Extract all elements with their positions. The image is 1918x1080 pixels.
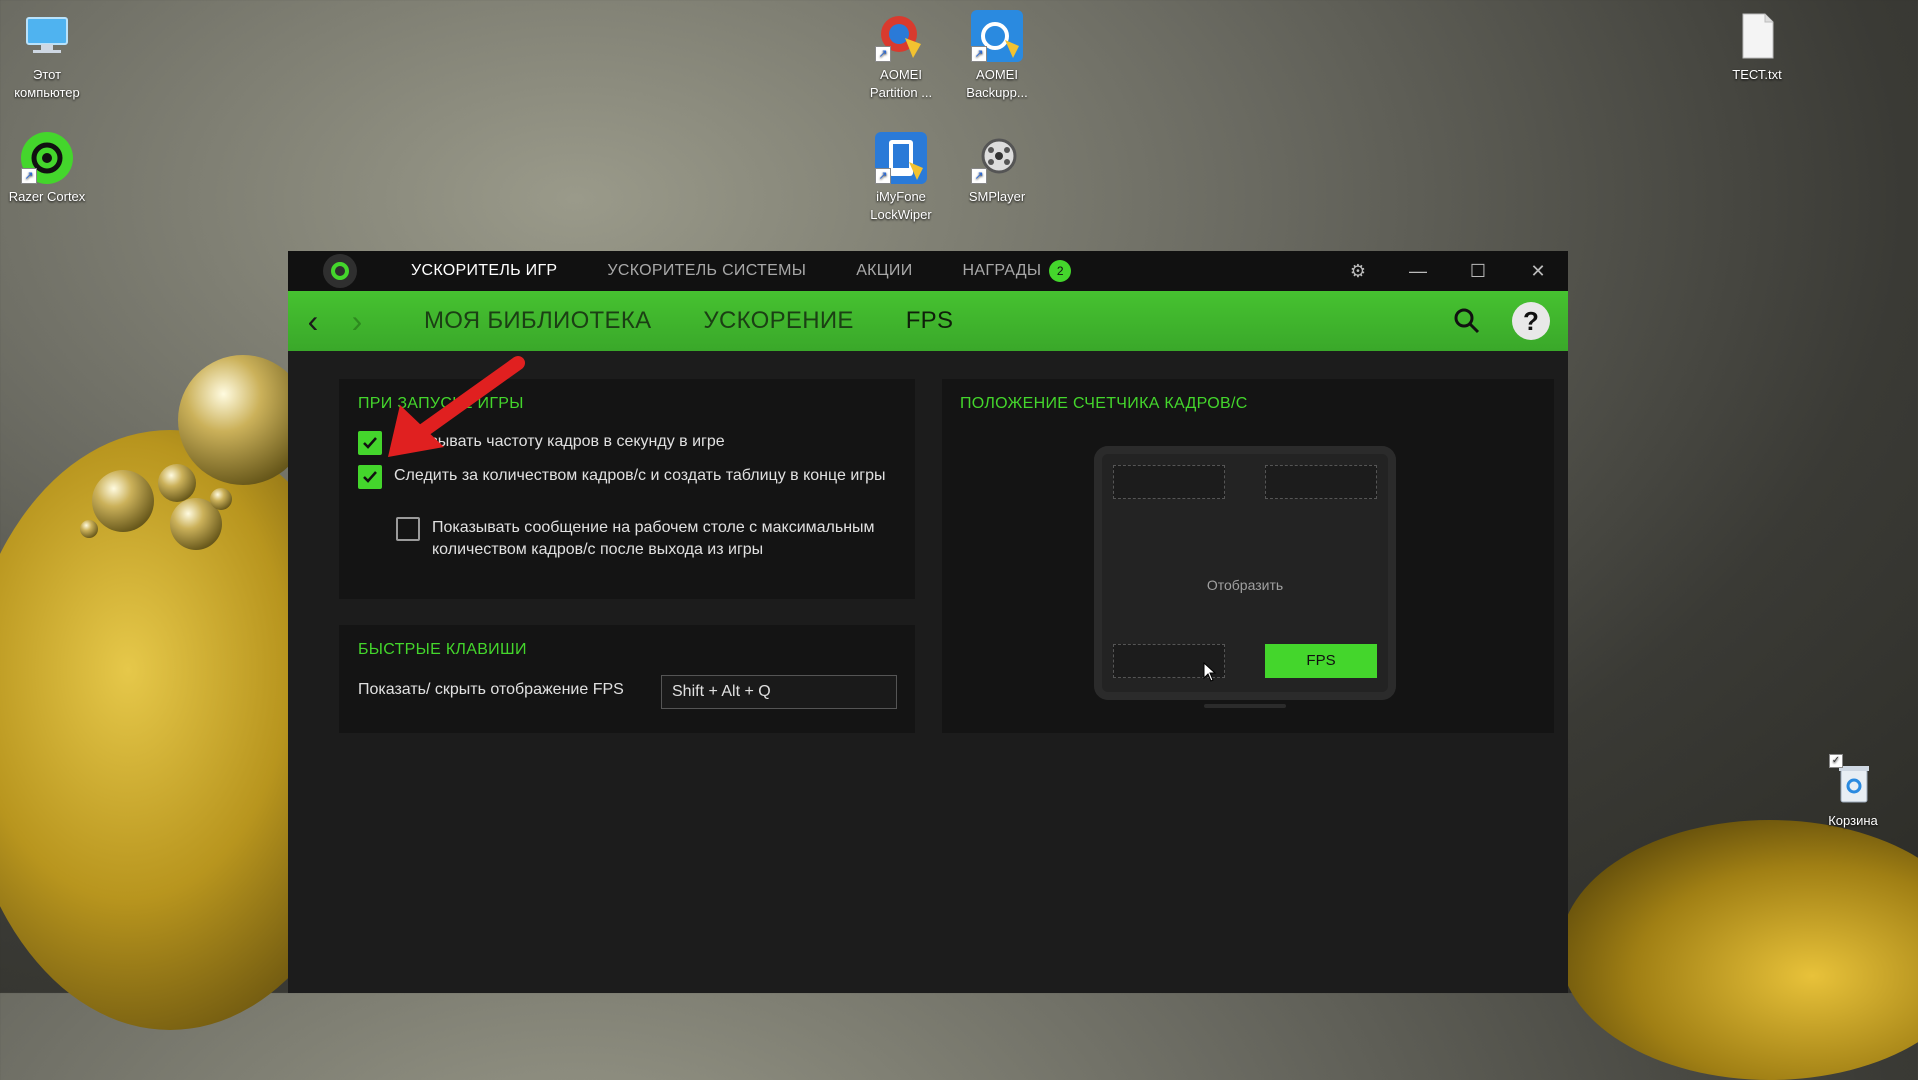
tab-label: УСКОРИТЕЛЬ ИГР	[411, 262, 558, 279]
tab-rewards[interactable]: НАГРАДЫ 2	[963, 260, 1072, 282]
wallpaper-bubble	[158, 464, 196, 502]
tab-label: АКЦИИ	[856, 262, 913, 279]
imyfone-icon: ↗	[875, 132, 927, 184]
search-button[interactable]	[1452, 306, 1482, 336]
maximize-icon: ☐	[1469, 260, 1487, 281]
desktop-icon-label: Partition ...	[869, 85, 933, 100]
desktop-icon-test-txt[interactable]: ТЕСТ.txt	[1712, 10, 1802, 84]
tab-my-library[interactable]: МОЯ БИБЛИОТЕКА	[424, 307, 651, 335]
tab-system-booster[interactable]: УСКОРИТЕЛЬ СИСТЕМЫ	[607, 260, 806, 282]
checkmark-icon	[363, 471, 377, 483]
desktop-icon-label: iMyFone	[876, 189, 926, 204]
shortcut-arrow-icon: ↗	[21, 168, 37, 184]
hotkeys-panel: БЫСТРЫЕ КЛАВИШИ Показать/ скрыть отображ…	[339, 625, 915, 733]
chevron-right-icon: ›	[351, 302, 363, 339]
shortcut-arrow-icon: ↗	[971, 168, 987, 184]
gear-icon: ⚙	[1349, 260, 1367, 281]
close-button[interactable]: ✕	[1508, 251, 1568, 291]
text-file-icon	[1731, 10, 1783, 62]
smplayer-icon: ↗	[971, 132, 1023, 184]
tab-boost[interactable]: УСКОРЕНИЕ	[703, 307, 853, 335]
razer-cortex-logo-icon	[323, 254, 357, 288]
settings-button[interactable]: ⚙	[1328, 251, 1388, 291]
slot-bottom-right[interactable]: FPS	[1265, 644, 1377, 678]
slot-top-left[interactable]	[1113, 465, 1225, 499]
close-icon: ✕	[1530, 260, 1546, 281]
option-track-fps: Следить за количеством кадров/с и создат…	[358, 465, 898, 489]
desktop-icon-recycle-bin[interactable]: ✓ Корзина	[1808, 754, 1898, 830]
desktop-icon-label: LockWiper	[870, 207, 932, 222]
desktop-icon-label: Этот	[32, 67, 62, 82]
computer-icon	[21, 10, 73, 62]
option-label: Показывать сообщение на рабочем столе с …	[432, 519, 875, 558]
wallpaper-bubble	[210, 488, 232, 510]
sub-nav-bar: ‹ › МОЯ БИБЛИОТЕКА УСКОРЕНИЕ FPS ?	[288, 291, 1568, 351]
panel-title: БЫСТРЫЕ КЛАВИШИ	[358, 641, 527, 658]
shortcut-arrow-icon: ↗	[971, 46, 987, 62]
razer-cortex-icon: ↗	[21, 132, 73, 184]
select-checkbox-icon: ✓	[1829, 754, 1843, 768]
shortcut-arrow-icon: ↗	[875, 46, 891, 62]
screen-preview: Отобразить FPS	[1094, 446, 1396, 700]
desktop-icon-aomei-backupper[interactable]: ↗ AOMEI Backupp...	[952, 10, 1042, 102]
screen-stand	[1204, 704, 1286, 708]
help-button[interactable]: ?	[1512, 302, 1550, 340]
sub-tabs: МОЯ БИБЛИОТЕКА УСКОРЕНИЕ FPS	[424, 307, 1005, 335]
option-desktop-message: Показывать сообщение на рабочем столе с …	[396, 517, 896, 561]
desktop-icon-imyfone[interactable]: ↗ iMyFone LockWiper	[856, 132, 946, 224]
back-button[interactable]: ‹	[298, 291, 328, 351]
minimize-button[interactable]: —	[1388, 251, 1448, 291]
track-fps-checkbox[interactable]	[358, 465, 382, 489]
desktop-icon-label: Razer Cortex	[8, 189, 86, 204]
desktop-icon-razer-cortex[interactable]: ↗ Razer Cortex	[2, 132, 92, 206]
top-tabs: УСКОРИТЕЛЬ ИГР УСКОРИТЕЛЬ СИСТЕМЫ АКЦИИ …	[411, 260, 1121, 282]
title-bar: УСКОРИТЕЛЬ ИГР УСКОРИТЕЛЬ СИСТЕМЫ АКЦИИ …	[288, 251, 1568, 291]
tab-deals[interactable]: АКЦИИ	[856, 260, 912, 282]
tab-label: УСКОРИТЕЛЬ СИСТЕМЫ	[607, 262, 807, 279]
desktop-message-checkbox[interactable]	[396, 517, 420, 541]
tab-label: НАГРАДЫ	[962, 262, 1042, 279]
desktop-icon-label: ТЕСТ.txt	[1732, 67, 1782, 82]
hotkey-input[interactable]: Shift + Alt + Q	[661, 675, 897, 709]
recycle-bin-icon: ✓	[1827, 754, 1879, 808]
desktop-icon-label: компьютер	[14, 85, 80, 100]
desktop-icon-label: AOMEI	[976, 67, 1018, 82]
panel-title: ПОЛОЖЕНИЕ СЧЕТЧИКА КАДРОВ/С	[960, 395, 1248, 412]
desktop-icon-aomei-partition[interactable]: ↗ AOMEI Partition ...	[856, 10, 946, 102]
shortcut-arrow-icon: ↗	[875, 168, 891, 184]
checkmark-icon	[363, 437, 377, 449]
show-fps-checkbox[interactable]	[358, 431, 382, 455]
hotkey-label: Показать/ скрыть отображение FPS	[358, 681, 624, 698]
search-icon	[1454, 308, 1480, 334]
slot-top-right[interactable]	[1265, 465, 1377, 499]
desktop-icon-label: Корзина	[1828, 813, 1878, 828]
desktop-icon-label: Backupp...	[966, 85, 1028, 100]
desktop-icon-label: SMPlayer	[968, 189, 1026, 204]
forward-button[interactable]: ›	[342, 291, 372, 351]
rewards-badge: 2	[1049, 260, 1072, 282]
wallpaper-bubble	[80, 520, 98, 538]
tab-fps[interactable]: FPS	[906, 307, 954, 335]
red-arrow-annotation	[388, 356, 525, 457]
maximize-button[interactable]: ☐	[1448, 251, 1508, 291]
desktop-icon-smplayer[interactable]: ↗ SMPlayer	[952, 132, 1042, 206]
display-label: Отобразить	[1206, 577, 1284, 593]
wallpaper-gold-blob-right	[1560, 820, 1918, 1080]
window-controls: ⚙ — ☐ ✕	[1328, 251, 1568, 291]
desktop-icon-label: AOMEI	[880, 67, 922, 82]
aomei-partition-icon: ↗	[875, 10, 927, 62]
tab-game-booster[interactable]: УСКОРИТЕЛЬ ИГР	[411, 260, 557, 282]
minimize-icon: —	[1409, 260, 1427, 281]
wallpaper-bubble	[92, 470, 154, 532]
mouse-cursor-icon	[1203, 662, 1217, 682]
option-label: Следить за количеством кадров/с и создат…	[394, 467, 886, 484]
aomei-backupper-icon: ↗	[971, 10, 1023, 62]
chevron-left-icon: ‹	[307, 302, 319, 339]
desktop-icon-this-pc[interactable]: Этот компьютер	[2, 10, 92, 102]
